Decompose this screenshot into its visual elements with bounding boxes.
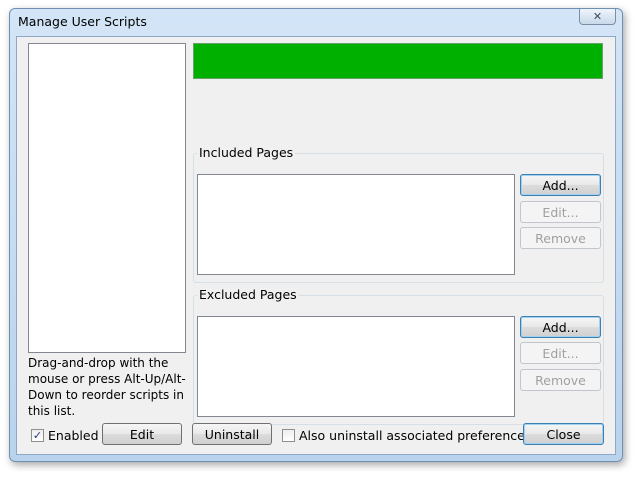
window-close-button[interactable]: ✕ xyxy=(579,9,616,25)
included-pages-label: Included Pages xyxy=(197,145,296,160)
included-remove-button: Remove xyxy=(520,227,601,249)
excluded-pages-label: Excluded Pages xyxy=(197,287,299,302)
window-title: Manage User Scripts xyxy=(18,14,147,29)
checkmark-icon: ✓ xyxy=(32,429,43,442)
included-pages-group: Included Pages Add... Edit... Remove xyxy=(193,145,604,283)
dialog-client-area: Drag-and-drop with the mouse or press Al… xyxy=(16,36,616,455)
close-icon: ✕ xyxy=(592,10,603,23)
script-status-bar xyxy=(193,43,603,79)
included-add-button[interactable]: Add... xyxy=(520,174,601,196)
edit-script-button[interactable]: Edit xyxy=(102,423,182,445)
uninstall-preferences-checkbox[interactable] xyxy=(282,429,295,442)
uninstall-preferences-label[interactable]: Also uninstall associated preferences xyxy=(299,428,531,443)
included-pages-list[interactable] xyxy=(197,174,515,275)
excluded-pages-list[interactable] xyxy=(197,316,515,417)
excluded-pages-group: Excluded Pages Add... Edit... Remove xyxy=(193,287,604,425)
user-scripts-list[interactable] xyxy=(28,43,186,353)
excluded-edit-button: Edit... xyxy=(520,342,601,364)
excluded-remove-button: Remove xyxy=(520,369,601,391)
uninstall-button[interactable]: Uninstall xyxy=(192,423,272,445)
included-edit-button: Edit... xyxy=(520,201,601,223)
enabled-checkbox[interactable]: ✓ xyxy=(31,429,44,442)
excluded-add-button[interactable]: Add... xyxy=(520,316,601,338)
close-button[interactable]: Close xyxy=(523,423,604,445)
enabled-label[interactable]: Enabled xyxy=(48,428,99,443)
reorder-hint-text: Drag-and-drop with the mouse or press Al… xyxy=(28,356,186,418)
manage-user-scripts-dialog: Manage User Scripts ✕ Drag-and-drop with… xyxy=(9,8,623,462)
